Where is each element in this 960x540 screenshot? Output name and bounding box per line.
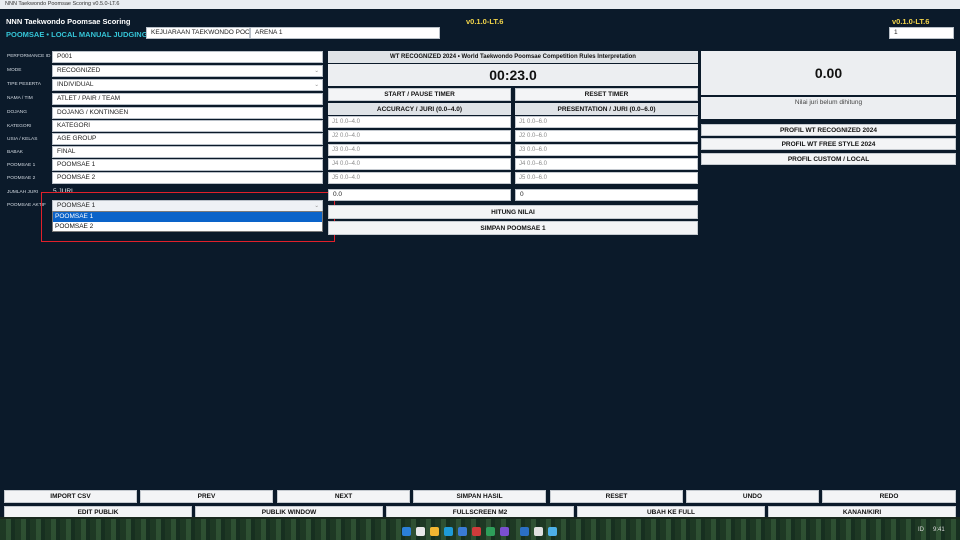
store-icon[interactable] xyxy=(458,527,467,536)
profile-custom-local-button[interactable]: PROFIL CUSTOM / LOCAL xyxy=(701,153,956,165)
highlight-box xyxy=(41,192,335,242)
tipe-peserta-select[interactable]: INDIVIDUAL ⌄ xyxy=(52,79,323,91)
nama-tim-label: NAMA / TIM xyxy=(7,96,33,101)
poomsae2-label: POOMSAE 2 xyxy=(7,176,36,181)
next-button[interactable]: NEXT xyxy=(277,490,410,503)
version-center: v0.1.0-LT.6 xyxy=(466,17,504,26)
kategori-input[interactable]: KATEGORI xyxy=(52,120,323,132)
performance-id-input[interactable]: P001 xyxy=(52,51,323,63)
dojang-input[interactable]: DOJANG / KONTINGEN xyxy=(52,107,323,119)
app-icon[interactable] xyxy=(500,527,509,536)
performance-id-label: PERFORMANCE ID xyxy=(7,54,51,59)
presentation-j3-input[interactable]: J3 0.0–6.0 xyxy=(515,144,698,156)
import-csv-button[interactable]: IMPORT CSV xyxy=(4,490,137,503)
accuracy-j4-input[interactable]: J4 0.0–4.0 xyxy=(328,158,511,170)
score-status: Nilai juri belum dihitung xyxy=(701,97,956,119)
tipe-peserta-label: TIPE PESERTA xyxy=(7,82,41,87)
app-icon[interactable] xyxy=(472,527,481,536)
start-icon[interactable] xyxy=(402,527,411,536)
rules-header: WT RECOGNIZED 2024 • World Taekwondo Poo… xyxy=(328,51,698,63)
profile-wt-freestyle-button[interactable]: PROFIL WT FREE STYLE 2024 xyxy=(701,138,956,150)
profile-wt-recognized-button[interactable]: PROFIL WT RECOGNIZED 2024 xyxy=(701,124,956,136)
jumlah-juri-label: JUMLAH JURI xyxy=(7,190,39,195)
presentation-j1-input[interactable]: J1 0.0–6.0 xyxy=(515,116,698,128)
app-icon[interactable] xyxy=(486,527,495,536)
chevron-down-icon: ⌄ xyxy=(314,68,319,74)
app-icon[interactable] xyxy=(548,527,557,536)
poomsae1-label: POOMSAE 1 xyxy=(7,163,36,168)
presentation-header: PRESENTATION / JURI (0.0–6.0) xyxy=(515,103,698,115)
usia-kelas-label: USIA / KELAS xyxy=(7,137,38,142)
presentation-j5-input[interactable]: J5 0.0–6.0 xyxy=(515,172,698,184)
usia-kelas-input[interactable]: AGE GROUP xyxy=(52,133,323,145)
prev-button[interactable]: PREV xyxy=(140,490,273,503)
browser-icon[interactable] xyxy=(444,527,453,536)
mode-value: RECOGNIZED xyxy=(57,67,101,74)
presentation-j2-input[interactable]: J2 0.0–6.0 xyxy=(515,130,698,142)
tipe-peserta-value: INDIVIDUAL xyxy=(57,81,94,88)
reset-timer-button[interactable]: RESET TIMER xyxy=(515,88,698,101)
accuracy-total-field[interactable]: 0.0 xyxy=(328,189,511,201)
chrome-icon[interactable] xyxy=(534,527,543,536)
window-titlebar: NNN Taekwondo Poomsae Scoring v0.5.0-LT.… xyxy=(0,0,960,9)
arena-input[interactable]: ARENA 1 xyxy=(250,27,440,39)
terminal-icon[interactable] xyxy=(520,527,529,536)
babak-label: BABAK xyxy=(7,150,23,155)
dojang-label: DOJANG xyxy=(7,110,27,115)
accuracy-j5-input[interactable]: J5 0.0–4.0 xyxy=(328,172,511,184)
presentation-j4-input[interactable]: J4 0.0–6.0 xyxy=(515,158,698,170)
timer-display: 00:23.0 xyxy=(328,64,698,86)
nama-tim-input[interactable]: ATLET / PAIR / TEAM xyxy=(52,93,323,105)
start-pause-timer-button[interactable]: START / PAUSE TIMER xyxy=(328,88,511,101)
search-icon[interactable] xyxy=(416,527,425,536)
language-indicator[interactable]: ID xyxy=(918,527,924,533)
redo-button[interactable]: REDO xyxy=(822,490,956,503)
accuracy-j3-input[interactable]: J3 0.0–4.0 xyxy=(328,144,511,156)
accuracy-j1-input[interactable]: J1 0.0–4.0 xyxy=(328,116,511,128)
accuracy-header: ACCURACY / JURI (0.0–4.0) xyxy=(328,103,511,115)
poomsae1-input[interactable]: POOMSAE 1 xyxy=(52,159,323,171)
mode-label: MODE xyxy=(7,68,22,73)
total-score-display: 0.00 xyxy=(701,51,956,95)
undo-button[interactable]: UNDO xyxy=(686,490,819,503)
presentation-total-field[interactable]: 0 xyxy=(515,189,698,201)
chevron-down-icon: ⌄ xyxy=(314,82,319,88)
simpan-hasil-button[interactable]: SIMPAN HASIL xyxy=(413,490,546,503)
file-explorer-icon[interactable] xyxy=(430,527,439,536)
simpan-poomsae-button[interactable]: SIMPAN POOMSAE 1 xyxy=(328,221,698,235)
app-subtitle: POOMSAE • LOCAL MANUAL JUDGING • 0 xyxy=(6,30,159,39)
accuracy-j2-input[interactable]: J2 0.0–4.0 xyxy=(328,130,511,142)
event-name-input[interactable]: KEJUARAAN TAEKWONDO POOM xyxy=(146,27,250,39)
hitung-nilai-button[interactable]: HITUNG NILAI xyxy=(328,205,698,219)
babak-input[interactable]: FINAL xyxy=(52,146,323,158)
app-title: NNN Taekwondo Poomsae Scoring xyxy=(6,17,131,26)
reset-button[interactable]: RESET xyxy=(550,490,683,503)
version-right: v0.1.0-LT.6 xyxy=(892,17,930,26)
clock[interactable]: 9:41 xyxy=(933,527,945,533)
court-number-input[interactable]: 1 xyxy=(889,27,954,39)
poomsae2-input[interactable]: POOMSAE 2 xyxy=(52,172,323,184)
kategori-label: KATEGORI xyxy=(7,124,32,129)
mode-select[interactable]: RECOGNIZED ⌄ xyxy=(52,65,323,77)
